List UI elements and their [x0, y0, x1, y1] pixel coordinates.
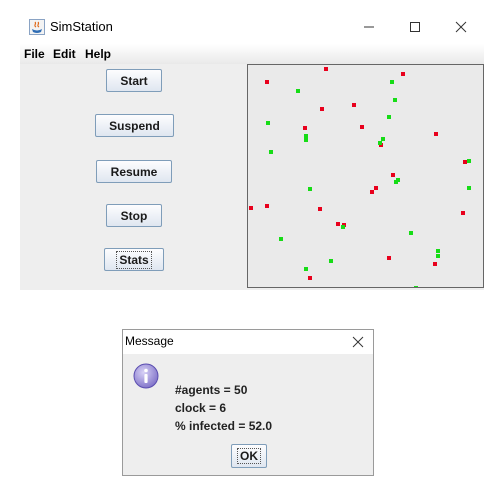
dialog-title: Message [125, 334, 174, 348]
infected-agent [433, 262, 437, 266]
infected-agent [461, 211, 465, 215]
infected-agent [265, 80, 269, 84]
main-window: SimStation File Edit Help Start Suspend … [20, 10, 484, 290]
healthy-agent [329, 259, 333, 263]
healthy-agent [269, 150, 273, 154]
healthy-agent [304, 138, 308, 142]
minimize-button[interactable] [346, 10, 392, 44]
healthy-agent [436, 249, 440, 253]
healthy-agent [393, 98, 397, 102]
info-icon [133, 363, 159, 389]
infected-agent [249, 206, 253, 210]
resume-button[interactable]: Resume [96, 160, 172, 183]
message-dialog: Message #agents = 50 clock = 6 % infecte… [122, 329, 374, 476]
infected-agent [336, 222, 340, 226]
stop-button[interactable]: Stop [106, 204, 162, 227]
healthy-agent [409, 231, 413, 235]
maximize-icon [410, 22, 420, 32]
ok-button-label: OK [237, 448, 261, 464]
window-title: SimStation [50, 19, 113, 34]
menu-edit[interactable]: Edit [53, 47, 76, 61]
healthy-agent [436, 254, 440, 258]
healthy-agent [390, 80, 394, 84]
minimize-icon [364, 26, 374, 28]
infected-agent [360, 125, 364, 129]
infected-agent [374, 186, 378, 190]
healthy-agent [387, 115, 391, 119]
healthy-agent [394, 180, 398, 184]
agents-count-text: #agents = 50 [175, 383, 248, 397]
close-button[interactable] [438, 10, 484, 44]
suspend-button[interactable]: Suspend [95, 114, 174, 137]
infected-agent [308, 276, 312, 280]
healthy-agent [341, 225, 345, 229]
dialog-body: #agents = 50 clock = 6 % infected = 52.0… [123, 354, 373, 475]
infected-agent [318, 207, 322, 211]
maximize-button[interactable] [392, 10, 438, 44]
infected-agent [370, 190, 374, 194]
healthy-agent [414, 286, 418, 287]
stats-button[interactable]: Stats [104, 248, 164, 271]
infected-agent [352, 103, 356, 107]
java-app-icon [29, 19, 45, 35]
menu-file[interactable]: File [24, 47, 45, 61]
healthy-agent [296, 89, 300, 93]
close-icon [455, 21, 467, 33]
dialog-title-bar[interactable]: Message [123, 330, 373, 354]
healthy-agent [467, 159, 471, 163]
healthy-agent [378, 141, 382, 145]
clock-text: clock = 6 [175, 401, 227, 415]
infected-agent [320, 107, 324, 111]
ok-button[interactable]: OK [231, 444, 267, 468]
infected-agent [324, 67, 328, 71]
healthy-agent [279, 237, 283, 241]
infected-percent-text: % infected = 52.0 [175, 419, 273, 433]
infected-agent [434, 132, 438, 136]
menu-bar: File Edit Help [20, 44, 484, 64]
menu-help[interactable]: Help [85, 47, 111, 61]
healthy-agent [304, 267, 308, 271]
healthy-agent [308, 187, 312, 191]
infected-agent [387, 256, 391, 260]
start-button[interactable]: Start [106, 69, 162, 92]
control-panel: Start Suspend Resume Stop Stats [20, 64, 247, 290]
title-bar[interactable]: SimStation [20, 10, 484, 44]
healthy-agent [467, 186, 471, 190]
healthy-agent [266, 121, 270, 125]
infected-agent [303, 126, 307, 130]
infected-agent [401, 72, 405, 76]
stats-button-label: Stats [116, 250, 152, 269]
simulation-canvas[interactable] [247, 64, 484, 288]
dialog-close-button[interactable] [347, 332, 369, 352]
close-icon [352, 336, 364, 348]
infected-agent [391, 173, 395, 177]
infected-agent [265, 204, 269, 208]
